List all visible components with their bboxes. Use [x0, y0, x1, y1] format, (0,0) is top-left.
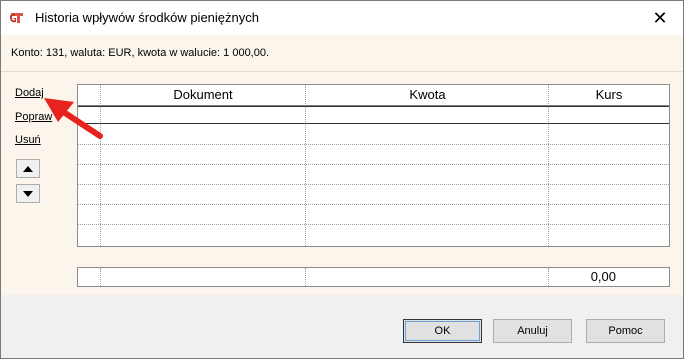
table-row[interactable]: [78, 204, 669, 205]
triangle-up-icon: [23, 165, 33, 172]
title-bar: Historia wpływów środków pieniężnych ✕: [1, 1, 683, 35]
close-button[interactable]: ✕: [637, 1, 683, 35]
column-divider: [100, 268, 101, 286]
gt-logo-icon: [10, 13, 23, 23]
add-link[interactable]: Dodaj: [15, 87, 44, 99]
ok-button[interactable]: OK: [403, 319, 482, 343]
move-up-button[interactable]: [16, 159, 40, 178]
help-button[interactable]: Pomoc: [586, 319, 665, 343]
column-header-amount[interactable]: Kwota: [306, 85, 549, 105]
info-panel: Konto: 131, waluta: EUR, kwota w walucie…: [1, 35, 683, 72]
table-row[interactable]: [78, 184, 669, 185]
edit-link[interactable]: Popraw: [15, 111, 52, 123]
close-icon: ✕: [652, 7, 668, 29]
cancel-button[interactable]: Anuluj: [493, 319, 572, 343]
table-row[interactable]: [78, 144, 669, 145]
button-bar: OK Anuluj Pomoc: [1, 295, 683, 358]
total-row: 0,00: [77, 267, 670, 287]
table-header: Dokument Kwota Kurs: [78, 85, 669, 106]
account-info: Konto: 131, waluta: EUR, kwota w walucie…: [11, 47, 270, 59]
table-row[interactable]: [78, 164, 669, 165]
table-row[interactable]: [78, 224, 669, 225]
move-down-button[interactable]: [16, 184, 40, 203]
column-header-document[interactable]: Dokument: [101, 85, 305, 105]
column-header-rate[interactable]: Kurs: [549, 85, 669, 105]
delete-link[interactable]: Usuń: [15, 134, 41, 146]
history-table[interactable]: Dokument Kwota Kurs: [77, 84, 670, 247]
total-amount: 0,00: [590, 269, 616, 284]
triangle-down-icon: [23, 190, 33, 197]
dialog-window: Historia wpływów środków pieniężnych ✕ K…: [0, 0, 684, 359]
table-row-selected[interactable]: [78, 106, 669, 124]
window-title: Historia wpływów środków pieniężnych: [35, 10, 259, 25]
